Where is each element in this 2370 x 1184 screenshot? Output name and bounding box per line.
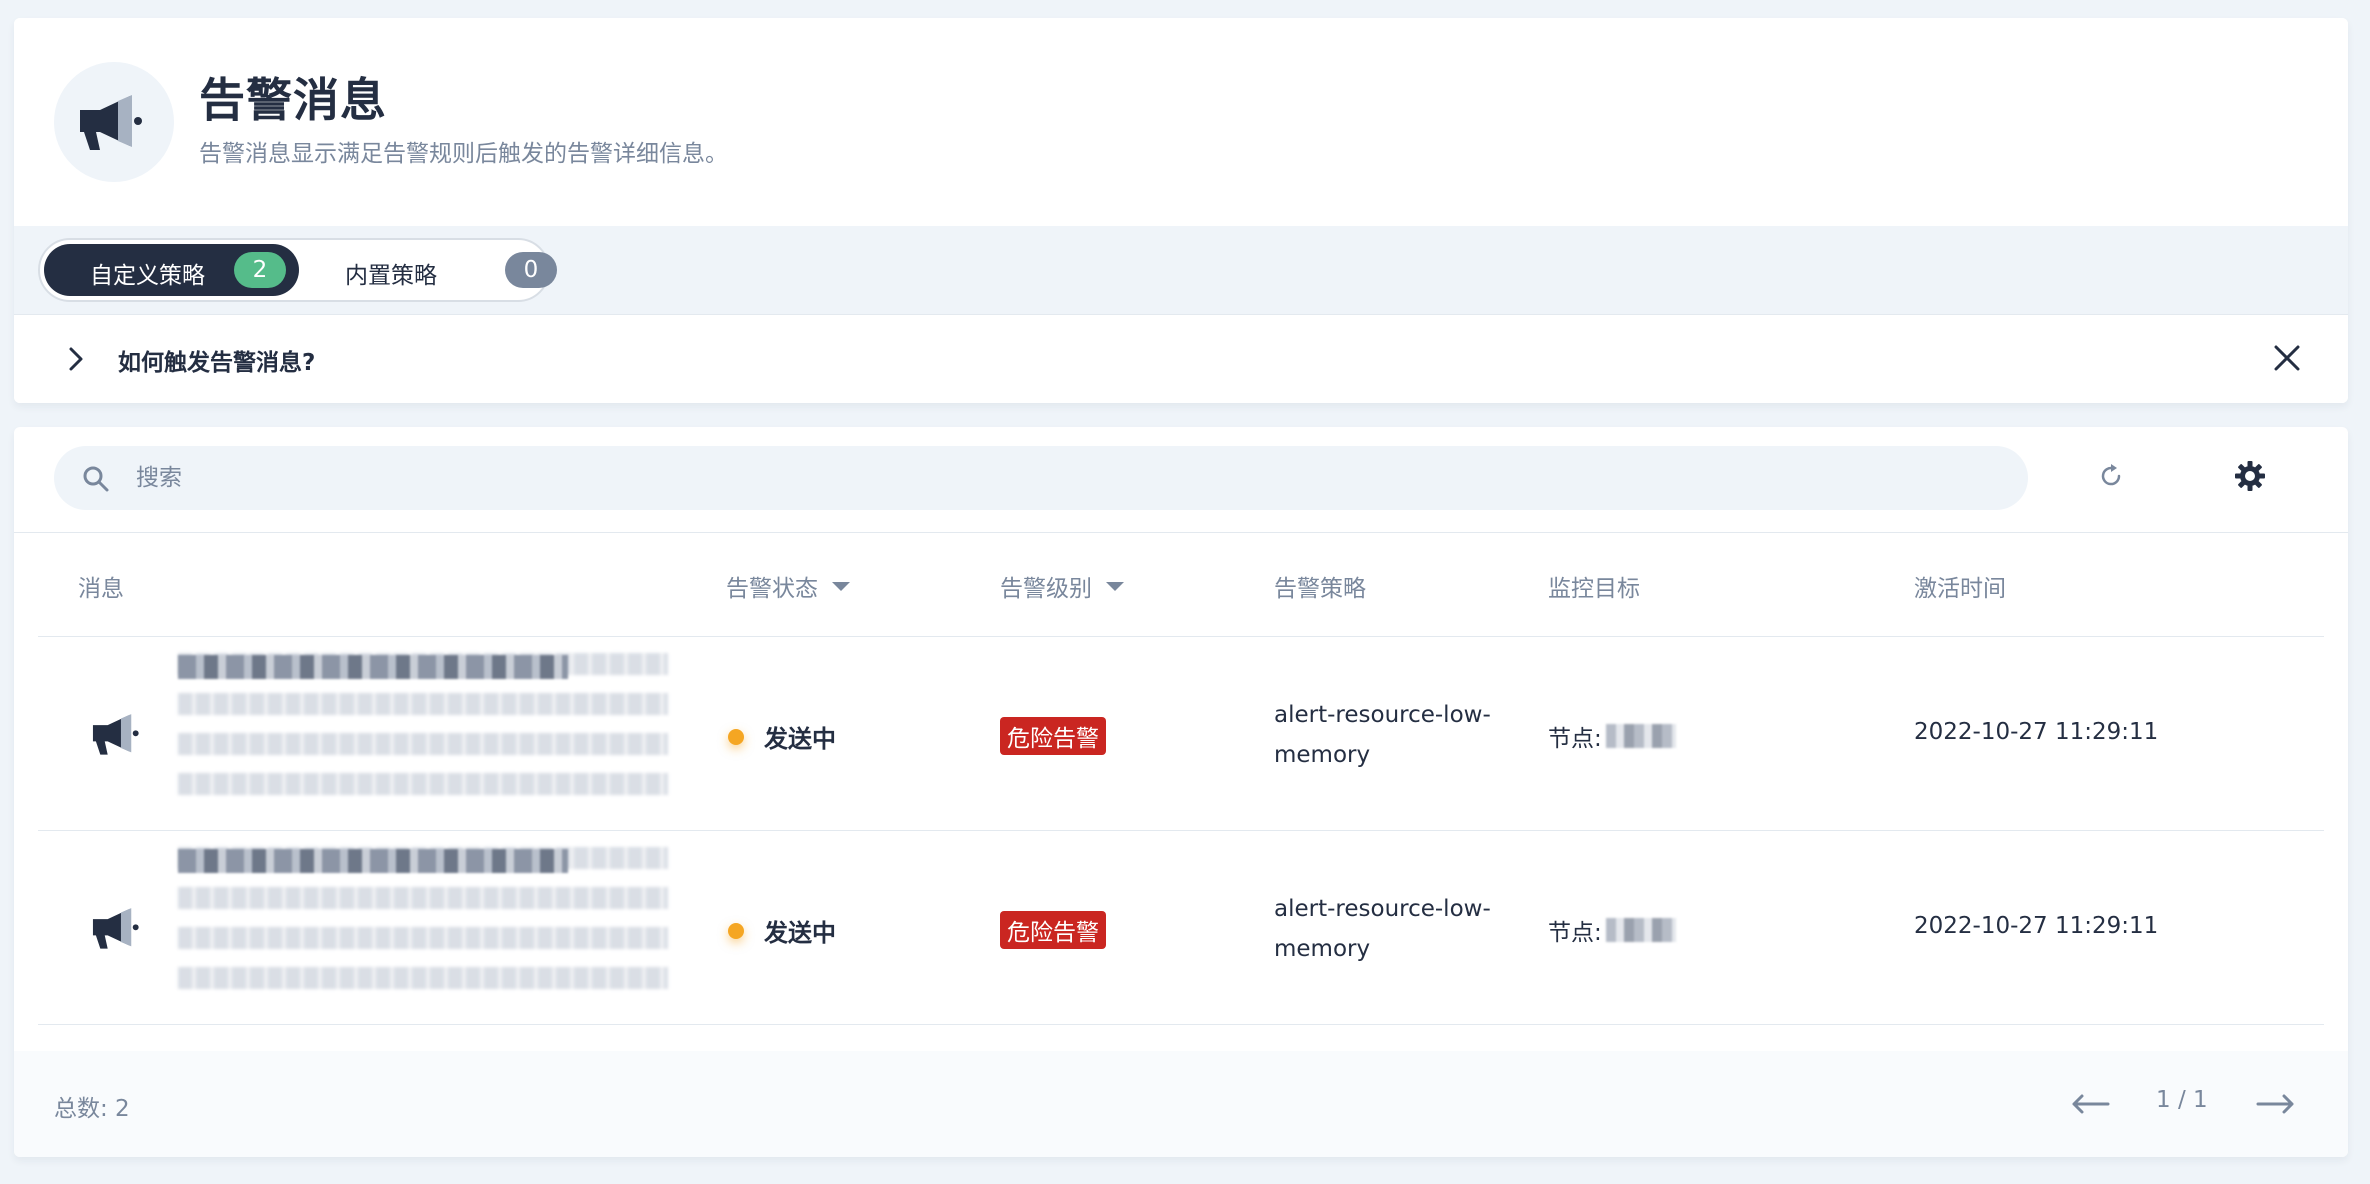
filter-caret-icon[interactable]	[1106, 581, 1124, 591]
redacted-message-title[interactable]	[178, 849, 568, 873]
tab-label: 自定义策略	[90, 263, 205, 289]
column-message: 消息	[78, 569, 124, 603]
tab-label: 内置策略	[345, 263, 437, 289]
megaphone-icon	[92, 714, 139, 755]
alert-status: 发送中	[728, 913, 836, 948]
target-prefix: 节点:	[1548, 920, 1602, 946]
monitor-target: 节点:	[1548, 913, 1676, 947]
status-dot	[728, 728, 744, 745]
refresh-icon[interactable]	[2096, 461, 2126, 491]
column-level[interactable]: 告警级别	[1000, 569, 1124, 603]
status-text: 发送中	[764, 919, 836, 947]
redacted-message-title[interactable]	[178, 655, 568, 679]
page-description: 告警消息显示满足告警规则后触发的告警详细信息。	[199, 141, 728, 167]
status-text: 发送中	[764, 725, 836, 753]
column-label: 告警级别	[1000, 576, 1092, 602]
header-icon-circle	[54, 62, 174, 182]
alert-table-card: 消息 告警状态 告警级别 告警策略 监控目标 激活时间 发送中	[14, 427, 2348, 1157]
alert-status: 发送中	[728, 719, 836, 754]
activation-time: 2022-10-27 11:29:11	[1914, 719, 2159, 745]
column-label: 告警状态	[726, 576, 818, 602]
tip-title[interactable]: 如何触发告警消息?	[118, 343, 315, 377]
column-label: 告警策略	[1274, 576, 1366, 602]
column-label: 监控目标	[1548, 576, 1640, 602]
target-prefix: 节点:	[1548, 726, 1602, 752]
arrow-right-icon[interactable]	[2256, 1093, 2296, 1115]
redacted-node-name	[1605, 918, 1676, 942]
total-count: 总数: 2	[54, 1096, 130, 1122]
status-dot	[728, 922, 744, 939]
megaphone-icon	[80, 95, 142, 150]
tip-collapse[interactable]: 如何触发告警消息?	[14, 314, 2348, 403]
severity-badge: 危险告警	[1000, 717, 1106, 755]
alert-policy: alert-resource-low-memory	[1274, 896, 1491, 962]
arrow-left-icon[interactable]	[2070, 1093, 2110, 1115]
alert-policy: alert-resource-low-memory	[1274, 702, 1491, 768]
activation-time: 2022-10-27 11:29:11	[1914, 913, 2159, 939]
table-toolbar	[14, 427, 2348, 533]
pagination-indicator: 1 / 1	[2156, 1087, 2208, 1113]
tab-bar: 自定义策略 2 内置策略 0	[14, 226, 2348, 314]
megaphone-icon	[92, 908, 139, 949]
gear-icon[interactable]	[2234, 460, 2266, 492]
close-icon[interactable]	[2272, 343, 2302, 373]
table-footer: 总数: 2 1 / 1	[14, 1051, 2348, 1157]
page-title: 告警消息	[199, 73, 387, 127]
header-card: 告警消息 告警消息显示满足告警规则后触发的告警详细信息。 自定义策略 2 内置策…	[14, 18, 2348, 403]
search-icon	[83, 466, 109, 492]
column-label: 激活时间	[1914, 576, 2006, 602]
tab-custom-policy[interactable]: 自定义策略 2	[44, 244, 299, 296]
filter-caret-icon[interactable]	[832, 581, 850, 591]
tab-builtin-policy[interactable]: 内置策略 0	[315, 244, 557, 296]
column-target: 监控目标	[1548, 569, 1640, 603]
page-header: 告警消息 告警消息显示满足告警规则后触发的告警详细信息。	[14, 18, 2348, 226]
redacted-node-name	[1605, 724, 1676, 748]
search-input[interactable]	[54, 446, 2028, 510]
count-badge: 0	[505, 252, 557, 288]
column-policy: 告警策略	[1274, 569, 1366, 603]
column-label: 消息	[78, 576, 124, 602]
column-time: 激活时间	[1914, 569, 2006, 603]
monitor-target: 节点:	[1548, 719, 1676, 753]
table-row[interactable]: 发送中 危险告警 alert-resource-low-memory 节点: 2…	[38, 637, 2324, 831]
count-badge: 2	[234, 252, 286, 288]
severity-badge: 危险告警	[1000, 911, 1106, 949]
chevron-right-icon[interactable]	[66, 345, 86, 373]
table-row[interactable]: 发送中 危险告警 alert-resource-low-memory 节点: 2…	[38, 831, 2324, 1025]
policy-tabs: 自定义策略 2 内置策略 0	[38, 238, 557, 302]
table-header: 消息 告警状态 告警级别 告警策略 监控目标 激活时间	[38, 533, 2324, 637]
column-status[interactable]: 告警状态	[726, 569, 850, 603]
